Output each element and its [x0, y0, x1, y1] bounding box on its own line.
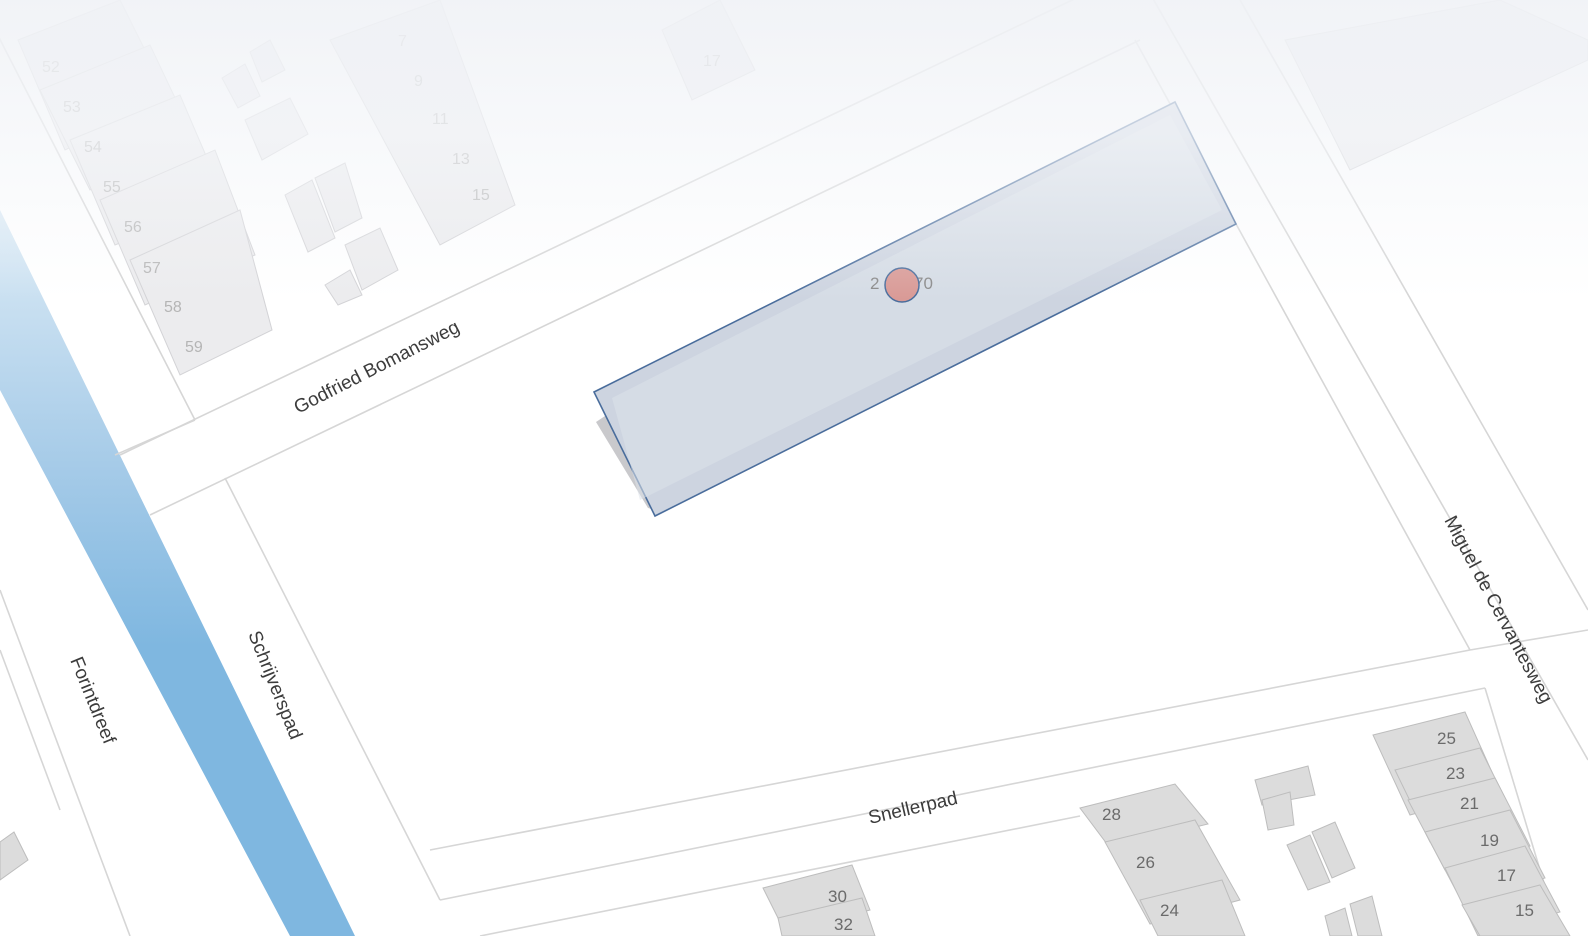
- house-number-label: 52: [42, 59, 60, 76]
- house-number-label: 54: [84, 139, 102, 156]
- house-number-label: 7: [398, 33, 407, 50]
- street-label-forintdreef: Forintdreef: [65, 654, 119, 748]
- house-number-label: 53: [63, 99, 81, 116]
- map-canvas[interactable]: Godfried Bomansweg Schrijverspad Forintd…: [0, 0, 1588, 936]
- house-number-label: 55: [103, 179, 121, 196]
- street-label-schrijverspad: Schrijverspad: [243, 628, 306, 743]
- house-number-label: 23: [1446, 764, 1465, 783]
- house-number-label: 28: [1102, 805, 1121, 824]
- house-number-label: 19: [1480, 831, 1499, 850]
- selected-building-number-left: 2: [870, 274, 879, 293]
- house-number-label: 56: [124, 219, 142, 236]
- map-svg[interactable]: Godfried Bomansweg Schrijverspad Forintd…: [0, 0, 1588, 936]
- house-number-label: 57: [143, 260, 161, 277]
- location-marker[interactable]: [884, 267, 920, 303]
- house-number-label: 11: [432, 111, 449, 128]
- house-number-label: 15: [472, 187, 490, 204]
- house-number-label: 26: [1136, 853, 1155, 872]
- house-number-top-isolated: 17: [703, 53, 721, 70]
- house-number-label: 59: [185, 339, 203, 356]
- house-number-label: 30: [828, 887, 847, 906]
- house-number-label: 13: [452, 151, 470, 168]
- house-number-label: 24: [1160, 901, 1179, 920]
- house-number-label: 9: [414, 73, 423, 90]
- house-number-label: 17: [1497, 866, 1516, 885]
- house-number-label: 32: [834, 915, 853, 934]
- selected-building-highlight: [612, 115, 1222, 500]
- house-number-label: 15: [1515, 901, 1534, 920]
- street-label-miguel-de-cervantesweg: Miguel de Cervantesweg: [1440, 512, 1557, 707]
- house-number-label: 21: [1460, 794, 1479, 813]
- house-number-label: 58: [164, 299, 182, 316]
- house-number-label: 25: [1437, 729, 1456, 748]
- street-label-snellerpad: Snellerpad: [866, 788, 959, 829]
